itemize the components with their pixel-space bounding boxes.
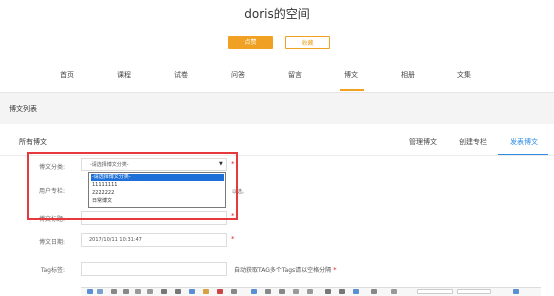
toolbar-icon[interactable]	[371, 289, 377, 294]
toolbar-icon[interactable]	[391, 289, 397, 294]
like-button[interactable]: 点赞	[228, 36, 273, 49]
toolbar-icon[interactable]	[217, 289, 223, 294]
nav-courses[interactable]: 课程	[117, 70, 131, 80]
tags-hint-text: 自动获取TAG多个Tags请以空格分隔	[234, 267, 332, 274]
font-size-select[interactable]	[457, 289, 491, 294]
toolbar-icon[interactable]	[161, 289, 167, 294]
tab-active-indicator	[498, 154, 548, 155]
required-mark: *	[333, 266, 337, 274]
toolbar-icon[interactable]	[251, 289, 257, 294]
toolbar-icon[interactable]	[353, 289, 359, 294]
toolbar-icon[interactable]	[97, 289, 103, 294]
toolbar-icon[interactable]	[87, 289, 93, 294]
nav-active-indicator	[340, 89, 364, 91]
toolbar-icon[interactable]	[189, 289, 195, 294]
nav-album[interactable]: 相册	[401, 70, 415, 80]
date-value: 2017/10/11 10:31:47	[89, 237, 142, 243]
tab-create-column[interactable]: 创建专栏	[459, 137, 487, 147]
nav-exams[interactable]: 试卷	[174, 70, 188, 80]
toolbar-icon[interactable]	[123, 289, 129, 294]
toolbar-icon[interactable]	[307, 289, 313, 294]
tab-manage-posts[interactable]: 管理博文	[409, 137, 437, 147]
tags-hint: 自动获取TAG多个Tags请以空格分隔 *	[234, 265, 337, 274]
required-mark: *	[231, 235, 235, 243]
toolbar-icon[interactable]	[513, 289, 519, 294]
toolbar-icon[interactable]	[175, 289, 181, 294]
toolbar-icon[interactable]	[279, 289, 285, 294]
date-label: 博文日期:	[38, 239, 65, 246]
nav-collection[interactable]: 文集	[457, 70, 471, 80]
tags-field[interactable]	[81, 262, 227, 276]
toolbar-icon[interactable]	[325, 289, 331, 294]
font-family-select[interactable]	[417, 289, 453, 294]
toolbar-icon[interactable]	[293, 289, 299, 294]
highlight-box	[27, 152, 238, 220]
favorite-button[interactable]: 收藏	[285, 36, 330, 49]
toolbar-icon[interactable]	[231, 289, 237, 294]
toolbar-icon[interactable]	[111, 289, 117, 294]
card-title: 所有博文	[19, 138, 47, 146]
toolbar-icon[interactable]	[203, 289, 209, 294]
nav-qa[interactable]: 问答	[231, 70, 245, 80]
nav-blog[interactable]: 博文	[344, 70, 358, 80]
toolbar-icon[interactable]	[265, 289, 271, 294]
nav-messages[interactable]: 留言	[288, 70, 302, 80]
toolbar-icon[interactable]	[147, 289, 153, 294]
nav-home[interactable]: 首页	[60, 70, 74, 80]
toolbar-icon[interactable]	[135, 289, 141, 294]
space-title: doris的空间	[244, 7, 310, 21]
toolbar-icon[interactable]	[339, 289, 345, 294]
tab-publish-post[interactable]: 发表博文	[510, 137, 538, 147]
section-label: 博文列表	[9, 105, 37, 113]
tags-label: Tag标签:	[40, 267, 65, 274]
